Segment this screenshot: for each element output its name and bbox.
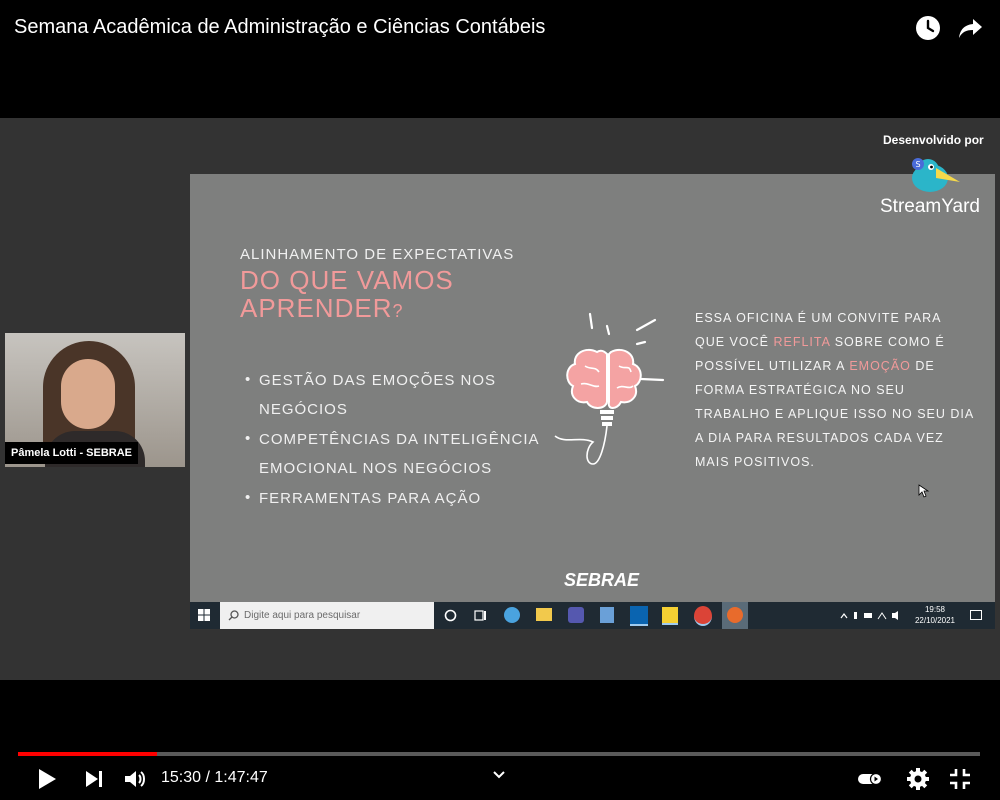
participant-name-tag: Pâmela Lotti - SEBRAE: [5, 442, 139, 464]
task-view-icon[interactable]: [474, 609, 487, 622]
edge-icon[interactable]: [504, 607, 520, 623]
next-icon[interactable]: [82, 766, 108, 792]
slide-highlight-word: REFLITA: [773, 335, 831, 349]
taskbar-date: 22/10/2021: [914, 616, 956, 625]
streamyard-logo-text: StreamYard: [880, 196, 980, 217]
share-icon[interactable]: [956, 14, 984, 42]
progress-bar[interactable]: [18, 752, 980, 756]
chrome-icon[interactable]: [694, 606, 712, 626]
presentation-slide: ALINHAMENTO DE EXPECTATIVAS DO QUE VAMOS…: [190, 174, 995, 629]
autoplay-toggle[interactable]: [857, 768, 885, 790]
file-explorer-icon[interactable]: [536, 608, 552, 621]
slide-paragraph-part: DE FORMA ESTRATÉGICA NO SEU TRABALHO E A…: [695, 359, 974, 469]
video-title[interactable]: Semana Acadêmica de Administração e Ciên…: [14, 16, 545, 39]
slide-bullet: FERRAMENTAS PARA AÇÃO: [245, 483, 545, 513]
progress-bar-fill[interactable]: [18, 752, 157, 756]
slide-kicker: ALINHAMENTO DE EXPECTATIVAS: [240, 246, 515, 263]
slide-bullet: COMPETÊNCIAS DA INTELIGÊNCIA EMOCIONAL N…: [245, 424, 545, 483]
taskbar-search-box[interactable]: Digite aqui para pesquisar: [220, 602, 434, 629]
system-tray-icons[interactable]: [840, 610, 902, 621]
store-icon[interactable]: [600, 607, 614, 623]
sebrae-logo: SEBRAE: [564, 570, 640, 590]
taskbar-active-app[interactable]: [722, 602, 748, 629]
play-icon[interactable]: [34, 766, 60, 792]
time-display: 15:30 / 1:47:47: [161, 769, 268, 786]
svg-text:S: S: [916, 160, 921, 169]
taskbar-search-placeholder: Digite aqui para pesquisar: [244, 610, 361, 621]
developed-by-label: Desenvolvido por: [883, 133, 984, 147]
notification-icon[interactable]: [970, 610, 982, 620]
slide-highlight-word: EMOÇÃO: [849, 359, 911, 373]
slide-headline: DO QUE VAMOS APRENDER?: [240, 266, 500, 325]
volume-icon[interactable]: [122, 766, 148, 792]
search-icon: [228, 610, 239, 621]
slide-bullet-list: GESTÃO DAS EMOÇÕES NOS NEGÓCIOS COMPETÊN…: [245, 365, 545, 514]
teams-icon[interactable]: [568, 607, 584, 623]
windows-start-icon[interactable]: [198, 609, 210, 621]
mouse-cursor-icon: [918, 484, 930, 498]
clock-icon[interactable]: [914, 14, 942, 42]
participant-face: [61, 359, 115, 429]
slide-headline-mark: ?: [392, 301, 404, 321]
streamyard-duck-icon: S: [912, 158, 960, 192]
slide-headline-text: DO QUE VAMOS APRENDER: [240, 265, 454, 323]
settings-icon[interactable]: [905, 766, 931, 792]
taskbar-time: 19:58: [924, 605, 946, 614]
cortana-icon[interactable]: [444, 609, 457, 622]
chevron-down-icon[interactable]: [491, 768, 507, 782]
windows-taskbar: Digite aqui para pesquisar 19:58 22/10/2…: [190, 602, 995, 629]
brain-lightbulb-icon: [554, 312, 665, 465]
sticky-notes-icon[interactable]: [662, 607, 678, 625]
slide-bullet: GESTÃO DAS EMOÇÕES NOS NEGÓCIOS: [245, 365, 545, 424]
taskbar-clock[interactable]: 19:58 22/10/2021: [908, 604, 962, 626]
powerpoint-icon: [727, 607, 743, 623]
outlook-icon[interactable]: [630, 606, 648, 626]
exit-fullscreen-icon[interactable]: [947, 766, 973, 792]
slide-paragraph: ESSA OFICINA É UM CONVITE PARA QUE VOCÊ …: [695, 306, 975, 474]
